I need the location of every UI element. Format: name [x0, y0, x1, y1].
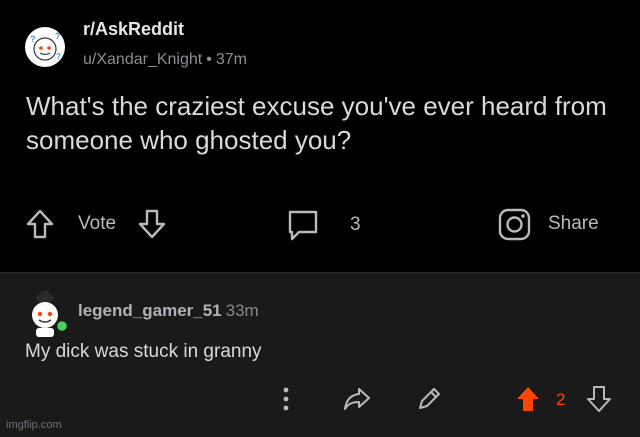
comment-bubble-icon: [288, 210, 318, 241]
comment-score: 2: [556, 390, 566, 409]
watermark: imgflip.com: [6, 419, 62, 431]
downvote-button[interactable]: [136, 208, 168, 240]
svg-text:?: ?: [55, 31, 61, 41]
comment-upvote-button[interactable]: [514, 385, 542, 413]
post-author[interactable]: u/Xandar_Knight: [83, 51, 202, 68]
downvote-arrow-icon: [587, 386, 611, 412]
subreddit-avatar-icon[interactable]: ? ? ?: [24, 26, 66, 68]
reply-share-icon: [344, 388, 370, 410]
comment-downvote-button[interactable]: [585, 385, 613, 413]
share-icon: [498, 208, 531, 241]
comment-time: 33m: [225, 301, 259, 320]
edit-button[interactable]: [415, 385, 443, 413]
comment-action-bar: 2: [0, 381, 640, 421]
share-button[interactable]: [497, 207, 533, 243]
more-options-button[interactable]: [280, 385, 292, 413]
comments-button[interactable]: [286, 208, 320, 242]
subreddit-name[interactable]: r/AskReddit: [83, 19, 184, 40]
online-status-icon: [54, 318, 70, 334]
comment-body: My dick was stuck in granny: [25, 341, 262, 362]
comment-count: 3: [350, 214, 361, 235]
reply-share-button[interactable]: [342, 386, 372, 412]
svg-text:?: ?: [56, 52, 61, 61]
post-title[interactable]: What's the craziest excuse you've ever h…: [26, 89, 626, 157]
post-card: ? ? ? r/AskReddit u/Xandar_Knight • 37m Wh…: [0, 0, 640, 272]
commenter-avatar[interactable]: [25, 289, 75, 341]
upvote-button[interactable]: [24, 208, 56, 240]
edit-pencil-icon: [419, 388, 440, 409]
vote-label: Vote: [78, 213, 117, 234]
upvote-arrow-icon: [517, 387, 539, 411]
post-time: 37m: [215, 51, 247, 68]
meta-separator: •: [206, 51, 212, 68]
share-label[interactable]: Share: [548, 213, 599, 235]
svg-text:?: ?: [30, 34, 36, 44]
more-options-icon: [283, 387, 289, 411]
comment-meta: legend_gamer_51 33m: [78, 301, 259, 321]
comment-card: legend_gamer_51 33m My dick was stuck in …: [0, 272, 640, 437]
upvote-arrow-icon: [26, 209, 54, 239]
post-meta: u/Xandar_Knight • 37m: [83, 51, 247, 69]
downvote-arrow-icon: [138, 209, 166, 239]
post-action-bar: Vote 3 Share: [0, 204, 640, 244]
comment-username[interactable]: legend_gamer_51: [78, 301, 222, 320]
